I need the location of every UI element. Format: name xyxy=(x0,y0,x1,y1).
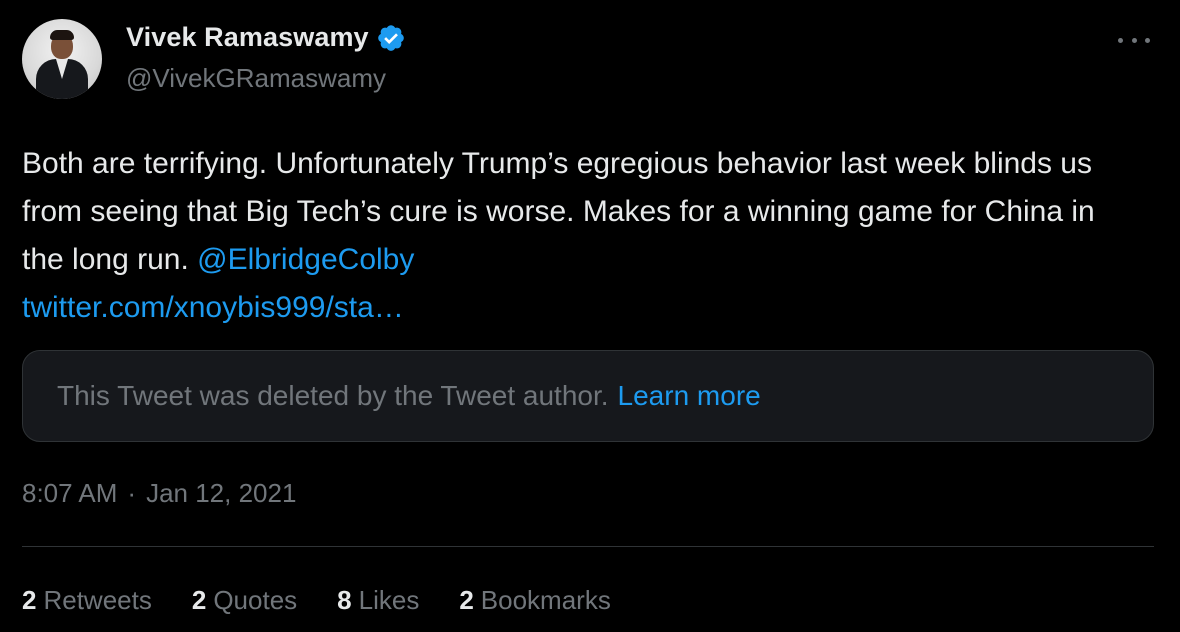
bookmarks-stat[interactable]: 2 Bookmarks xyxy=(459,585,611,616)
author-name-row: Vivek Ramaswamy xyxy=(126,22,406,53)
bookmarks-label: Bookmarks xyxy=(480,585,611,615)
tweet-text: Both are terrifying. Unfortunately Trump… xyxy=(22,140,1142,332)
learn-more-link[interactable]: Learn more xyxy=(618,380,761,412)
retweets-label: Retweets xyxy=(43,585,152,615)
engagement-stats: 2 Retweets 2 Quotes 8 Likes 2 Bookmarks xyxy=(22,585,651,616)
author-handle[interactable]: @VivekGRamaswamy xyxy=(126,63,386,94)
likes-count: 8 xyxy=(337,585,352,615)
avatar-hair xyxy=(50,30,74,40)
retweets-count: 2 xyxy=(22,585,37,615)
tweet-card: Vivek Ramaswamy @VivekGRamaswamy Both ar… xyxy=(0,0,1180,632)
retweets-stat[interactable]: 2 Retweets xyxy=(22,585,152,616)
timestamp-time[interactable]: 8:07 AM xyxy=(22,478,117,508)
verified-badge-icon xyxy=(376,23,406,53)
quotes-label: Quotes xyxy=(213,585,298,615)
more-dot xyxy=(1131,37,1137,43)
tweet-body-text: Both are terrifying. Unfortunately Trump… xyxy=(22,147,1095,276)
likes-label: Likes xyxy=(358,585,420,615)
quotes-stat[interactable]: 2 Quotes xyxy=(192,585,297,616)
avatar[interactable] xyxy=(22,19,102,99)
quotes-count: 2 xyxy=(191,585,207,615)
more-dot xyxy=(1118,37,1123,43)
deleted-message: This Tweet was deleted by the Tweet auth… xyxy=(57,380,609,411)
author-name[interactable]: Vivek Ramaswamy xyxy=(126,22,369,53)
more-dot xyxy=(1145,37,1150,43)
timestamp-separator: · xyxy=(127,478,137,508)
more-options-icon[interactable] xyxy=(1118,30,1150,50)
tweet-url-link[interactable]: twitter.com/xnoybis999/sta… xyxy=(22,291,404,324)
likes-stat[interactable]: 8 Likes xyxy=(337,585,419,616)
divider xyxy=(22,546,1154,547)
bookmarks-count: 2 xyxy=(459,585,474,615)
tweet-timestamp: 8:07 AM · Jan 12, 2021 xyxy=(22,478,296,509)
deleted-quote-tweet: This Tweet was deleted by the Tweet auth… xyxy=(22,350,1154,442)
timestamp-date[interactable]: Jan 12, 2021 xyxy=(146,478,296,508)
mention-link[interactable]: @ElbridgeColby xyxy=(197,243,414,276)
